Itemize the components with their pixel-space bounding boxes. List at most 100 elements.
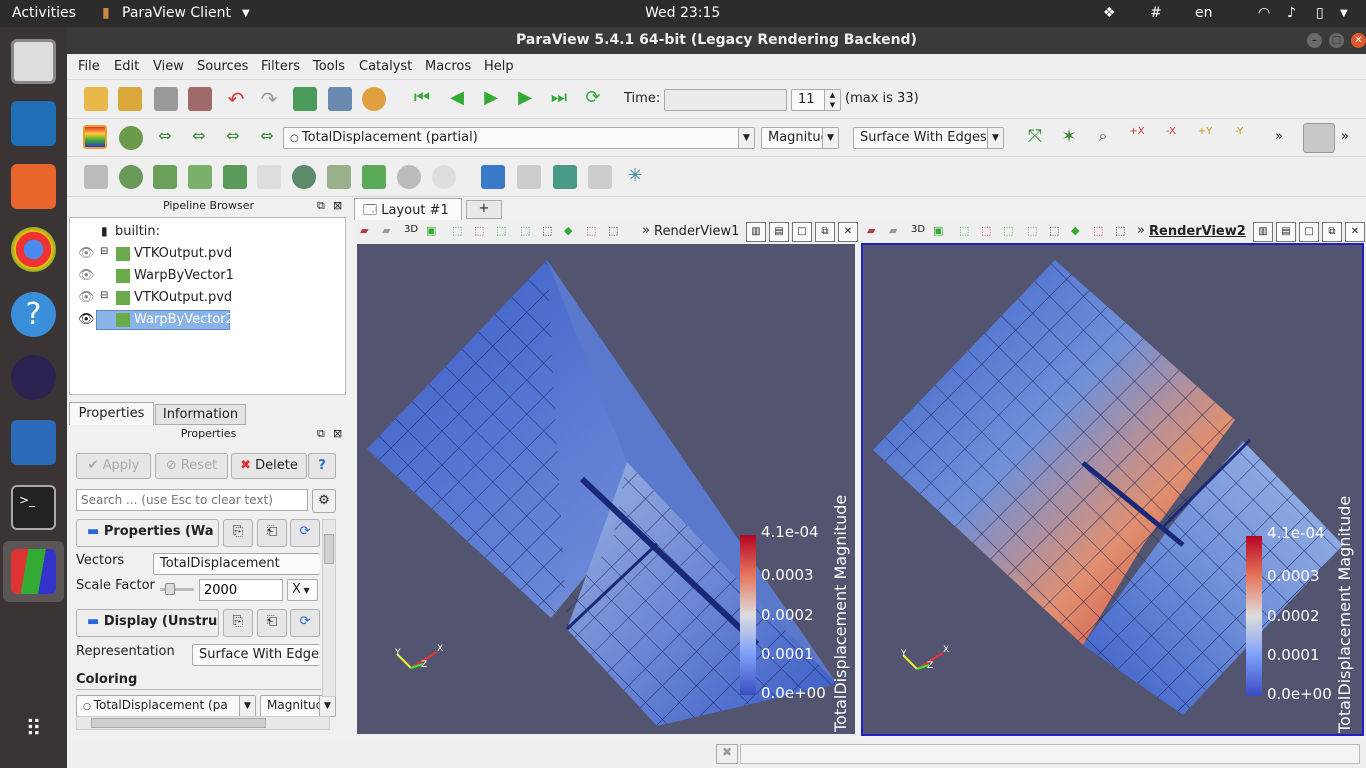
color-array-select[interactable]: ○ TotalDisplacement (partial) ▼ [283, 127, 755, 149]
zoom-to-box-icon[interactable]: ⌕ [1091, 126, 1115, 150]
restore-defaults-icon[interactable]: ⟳ [290, 519, 320, 547]
rescale-temporal-range-icon[interactable]: ⇔ [221, 126, 245, 150]
slack-icon[interactable]: # [1150, 5, 1162, 21]
copy-icon[interactable]: ⎘ [223, 609, 253, 637]
select-cells-icon[interactable]: ⬚ [959, 224, 969, 237]
interactive-select-icon[interactable]: ◆ [564, 224, 572, 237]
select-points-icon[interactable]: ⬚ [981, 224, 991, 237]
menu-macros[interactable]: Macros [425, 59, 471, 74]
clip-icon[interactable] [153, 165, 177, 189]
scale-axis-select[interactable]: X ▼ [287, 579, 318, 601]
close-button[interactable]: ✕ [1351, 33, 1366, 48]
time-value-field[interactable] [664, 89, 787, 111]
split-vertical-icon[interactable]: ▤ [1276, 222, 1296, 242]
plot-over-line-icon[interactable] [553, 165, 577, 189]
maximize-view-icon[interactable]: □ [1299, 222, 1319, 242]
glyph-icon[interactable] [292, 165, 316, 189]
next-frame-icon[interactable]: ▶ [513, 87, 537, 111]
last-frame-icon[interactable]: ⏭ [547, 87, 571, 111]
python-shell-icon[interactable]: ✳ [623, 165, 647, 189]
writer-icon[interactable] [11, 101, 56, 146]
restore-defaults-icon[interactable]: ⟳ [290, 609, 320, 637]
tab-properties[interactable]: Properties [69, 402, 154, 425]
rescale-custom-range-icon[interactable]: ⇔ [187, 126, 211, 150]
time-step-spinbox[interactable]: 11 ▲ ▼ [791, 89, 841, 111]
representation-select[interactable]: Surface With Edges ▼ [853, 127, 1004, 149]
files-icon[interactable] [11, 39, 56, 84]
split-horizontal-icon[interactable]: ▥ [1253, 222, 1273, 242]
eye-icon[interactable]: 👁 [78, 290, 95, 305]
select-polygon-icon[interactable]: ⬚ [542, 224, 552, 237]
toolbar-overflow-icon-2[interactable]: » [1341, 129, 1349, 144]
connect-icon[interactable] [293, 87, 317, 111]
rescale-visible-range-icon[interactable]: ⇔ [255, 126, 279, 150]
menu-catalyst[interactable]: Catalyst [359, 59, 412, 74]
view-plus-x-icon[interactable]: +X [1125, 126, 1149, 150]
tab-layout-1[interactable]: 🗔 Layout #1 ✕ [354, 198, 462, 238]
properties-horizontal-scrollbar[interactable] [76, 716, 330, 730]
select-polygon-icon[interactable]: ⬚ [1049, 224, 1059, 237]
eye-icon[interactable]: 👁 [78, 246, 95, 261]
restore-view-icon[interactable]: ⧉ [815, 222, 835, 242]
minimize-button[interactable]: – [1307, 33, 1322, 48]
menu-sources[interactable]: Sources [197, 59, 248, 74]
previous-frame-icon[interactable]: ◀ [445, 87, 469, 111]
help-icon[interactable]: ? [11, 292, 56, 337]
select-block-icon[interactable]: ⬚ [520, 224, 530, 237]
save-data-icon[interactable] [154, 87, 178, 111]
properties-section-toggle[interactable]: ▬ Properties (Wa [76, 519, 219, 547]
restore-view-icon[interactable]: ⧉ [1322, 222, 1342, 242]
open-icon[interactable] [84, 87, 108, 111]
play-icon[interactable]: ▶ [479, 87, 503, 111]
clear-selection-icon[interactable]: ⬚ [1115, 224, 1125, 237]
disconnect-icon[interactable] [328, 87, 352, 111]
paraview-icon[interactable] [11, 549, 56, 594]
maximize-button[interactable]: □ [1329, 33, 1344, 48]
spinbox-arrows-icon[interactable]: ▲ ▼ [824, 90, 840, 110]
eclipse-icon[interactable] [11, 355, 56, 400]
menu-edit[interactable]: Edit [114, 59, 139, 74]
threshold-icon[interactable] [223, 165, 247, 189]
tasks-icon[interactable] [11, 420, 56, 465]
menu-file[interactable]: File [78, 59, 100, 74]
reset-button[interactable]: ⊘ Reset [155, 453, 228, 479]
rescale-data-range-icon[interactable]: ⇔ [153, 126, 177, 150]
coloring-array-select[interactable]: ○ TotalDisplacement (pa ▼ [76, 695, 256, 717]
loop-icon[interactable]: ⟳ [581, 87, 605, 111]
maximize-view-icon[interactable]: □ [792, 222, 812, 242]
palette-icon[interactable] [362, 87, 386, 111]
hover-points-icon[interactable]: ⬚ [1093, 224, 1103, 237]
chrome-icon[interactable] [11, 227, 56, 272]
paste-icon[interactable]: ⎗ [257, 519, 287, 547]
3d-toggle-button[interactable]: 3D [404, 224, 418, 235]
open-recent-icon[interactable] [118, 87, 142, 111]
view-minus-y-icon[interactable]: -Y [1227, 126, 1251, 150]
extract-selection-icon[interactable] [481, 165, 505, 189]
overflow-icon[interactable]: » [1137, 223, 1145, 238]
scrollbar-thumb[interactable] [324, 534, 334, 564]
collapse-icon[interactable]: ⊟ [100, 246, 108, 257]
advanced-properties-gear-icon[interactable]: ⚙ [312, 489, 336, 513]
group-datasets-icon[interactable] [397, 165, 421, 189]
help-button[interactable]: ? [308, 453, 336, 479]
wifi-icon[interactable]: ◠ [1258, 5, 1270, 21]
select-cells-icon[interactable]: ⬚ [452, 224, 462, 237]
plot-selection-icon[interactable] [517, 165, 541, 189]
system-menu-chevron-icon[interactable]: ▼ [1340, 8, 1348, 19]
split-horizontal-icon[interactable]: ▥ [746, 222, 766, 242]
close-panel-icon[interactable]: ⊠ [333, 427, 342, 440]
menu-help[interactable]: Help [484, 59, 514, 74]
extract-level-icon[interactable] [432, 165, 456, 189]
display-section-toggle[interactable]: ▬ Display (Unstru [76, 609, 219, 637]
progress-abort-icon[interactable]: ✖ [716, 744, 738, 764]
extract-subset-icon[interactable] [257, 165, 281, 189]
view-camera-icon[interactable]: ▣ [426, 224, 436, 237]
app-menu[interactable]: ParaView Client [122, 5, 231, 21]
interactive-select-icon[interactable]: ◆ [1071, 224, 1079, 237]
activities-button[interactable]: Activities [12, 5, 76, 21]
pipeline-item-vtkoutput-2[interactable]: 👁 ⊟ VTKOutput.pvd [70, 287, 345, 309]
view-plus-y-icon[interactable]: +Y [1193, 126, 1217, 150]
selection-icon[interactable]: ▰ [382, 224, 390, 237]
software-center-icon[interactable] [11, 164, 56, 209]
select-frustum-icon[interactable]: ⬚ [1003, 224, 1013, 237]
